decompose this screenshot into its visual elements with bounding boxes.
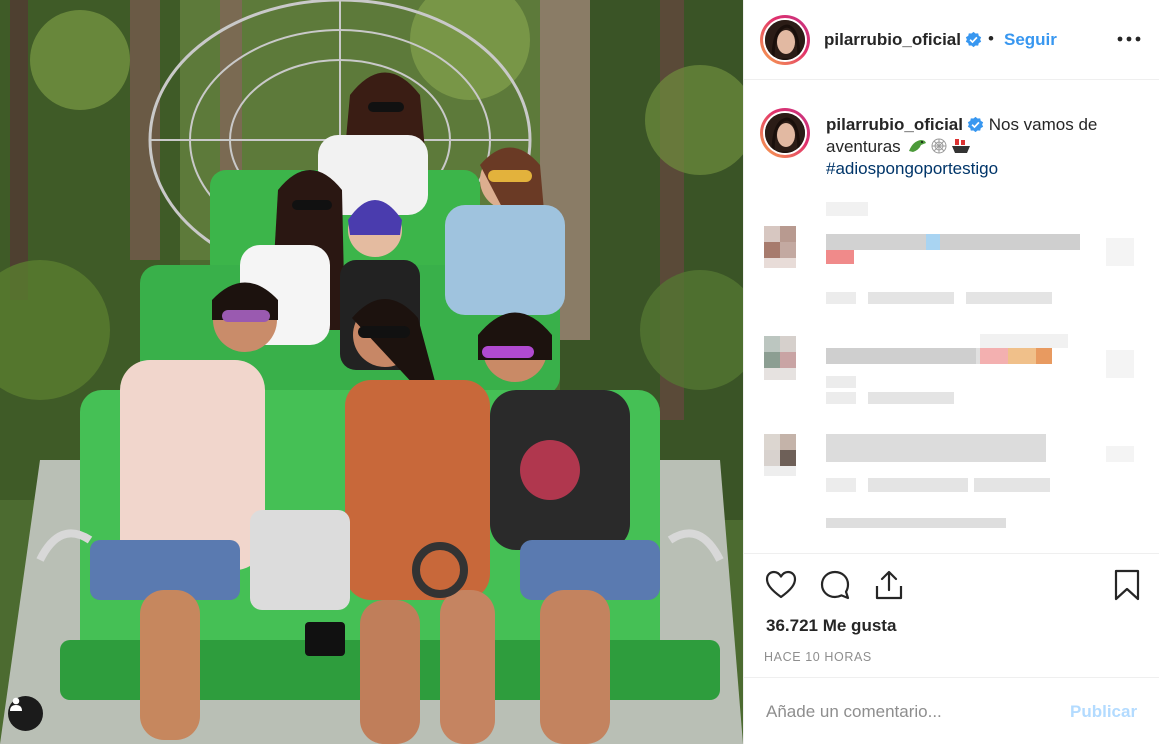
post-photo[interactable] — [0, 0, 743, 744]
header-separator: • — [988, 29, 994, 48]
spider-web-icon — [931, 138, 947, 154]
share-icon[interactable] — [872, 568, 906, 602]
verified-badge-icon — [967, 116, 984, 133]
add-comment-bar: Publicar — [744, 677, 1159, 744]
verified-badge-icon — [965, 31, 982, 48]
caption-avatar[interactable] — [760, 108, 810, 158]
publish-button[interactable]: Publicar — [1070, 702, 1137, 722]
more-options-icon[interactable] — [1114, 28, 1144, 50]
caption-text: pilarrubio_oficial Nos vamos de aventura… — [826, 114, 1146, 180]
heart-icon[interactable] — [764, 568, 798, 602]
comment-icon[interactable] — [818, 568, 852, 602]
photo-scene — [0, 0, 743, 744]
post-side-panel: pilarrubio_oficial • Seguir pilarrubio_o… — [743, 0, 1159, 744]
header-avatar[interactable] — [760, 15, 810, 65]
comments-list — [744, 196, 1159, 536]
caption-username[interactable]: pilarrubio_oficial — [826, 115, 963, 134]
likes-count[interactable]: 36.721 Me gusta — [766, 616, 896, 636]
post-header: pilarrubio_oficial • Seguir — [744, 0, 1159, 80]
post-actions: 36.721 Me gusta HACE 10 HORAS — [744, 553, 1159, 676]
bookmark-icon[interactable] — [1110, 568, 1144, 602]
header-username-text[interactable]: pilarrubio_oficial — [824, 30, 961, 49]
comment-input[interactable] — [766, 698, 1056, 726]
ship-icon — [952, 139, 971, 153]
follow-button[interactable]: Seguir — [1004, 30, 1057, 50]
header-username[interactable]: pilarrubio_oficial — [824, 30, 982, 50]
user-tag-button[interactable] — [8, 696, 43, 731]
crocodile-icon — [909, 140, 927, 152]
avatar-image — [765, 20, 805, 60]
avatar-image — [765, 113, 805, 153]
caption-hashtag[interactable]: #adiospongoportestigo — [826, 159, 998, 178]
post-timestamp[interactable]: HACE 10 HORAS — [764, 650, 872, 664]
user-tag-icon — [10, 697, 22, 711]
